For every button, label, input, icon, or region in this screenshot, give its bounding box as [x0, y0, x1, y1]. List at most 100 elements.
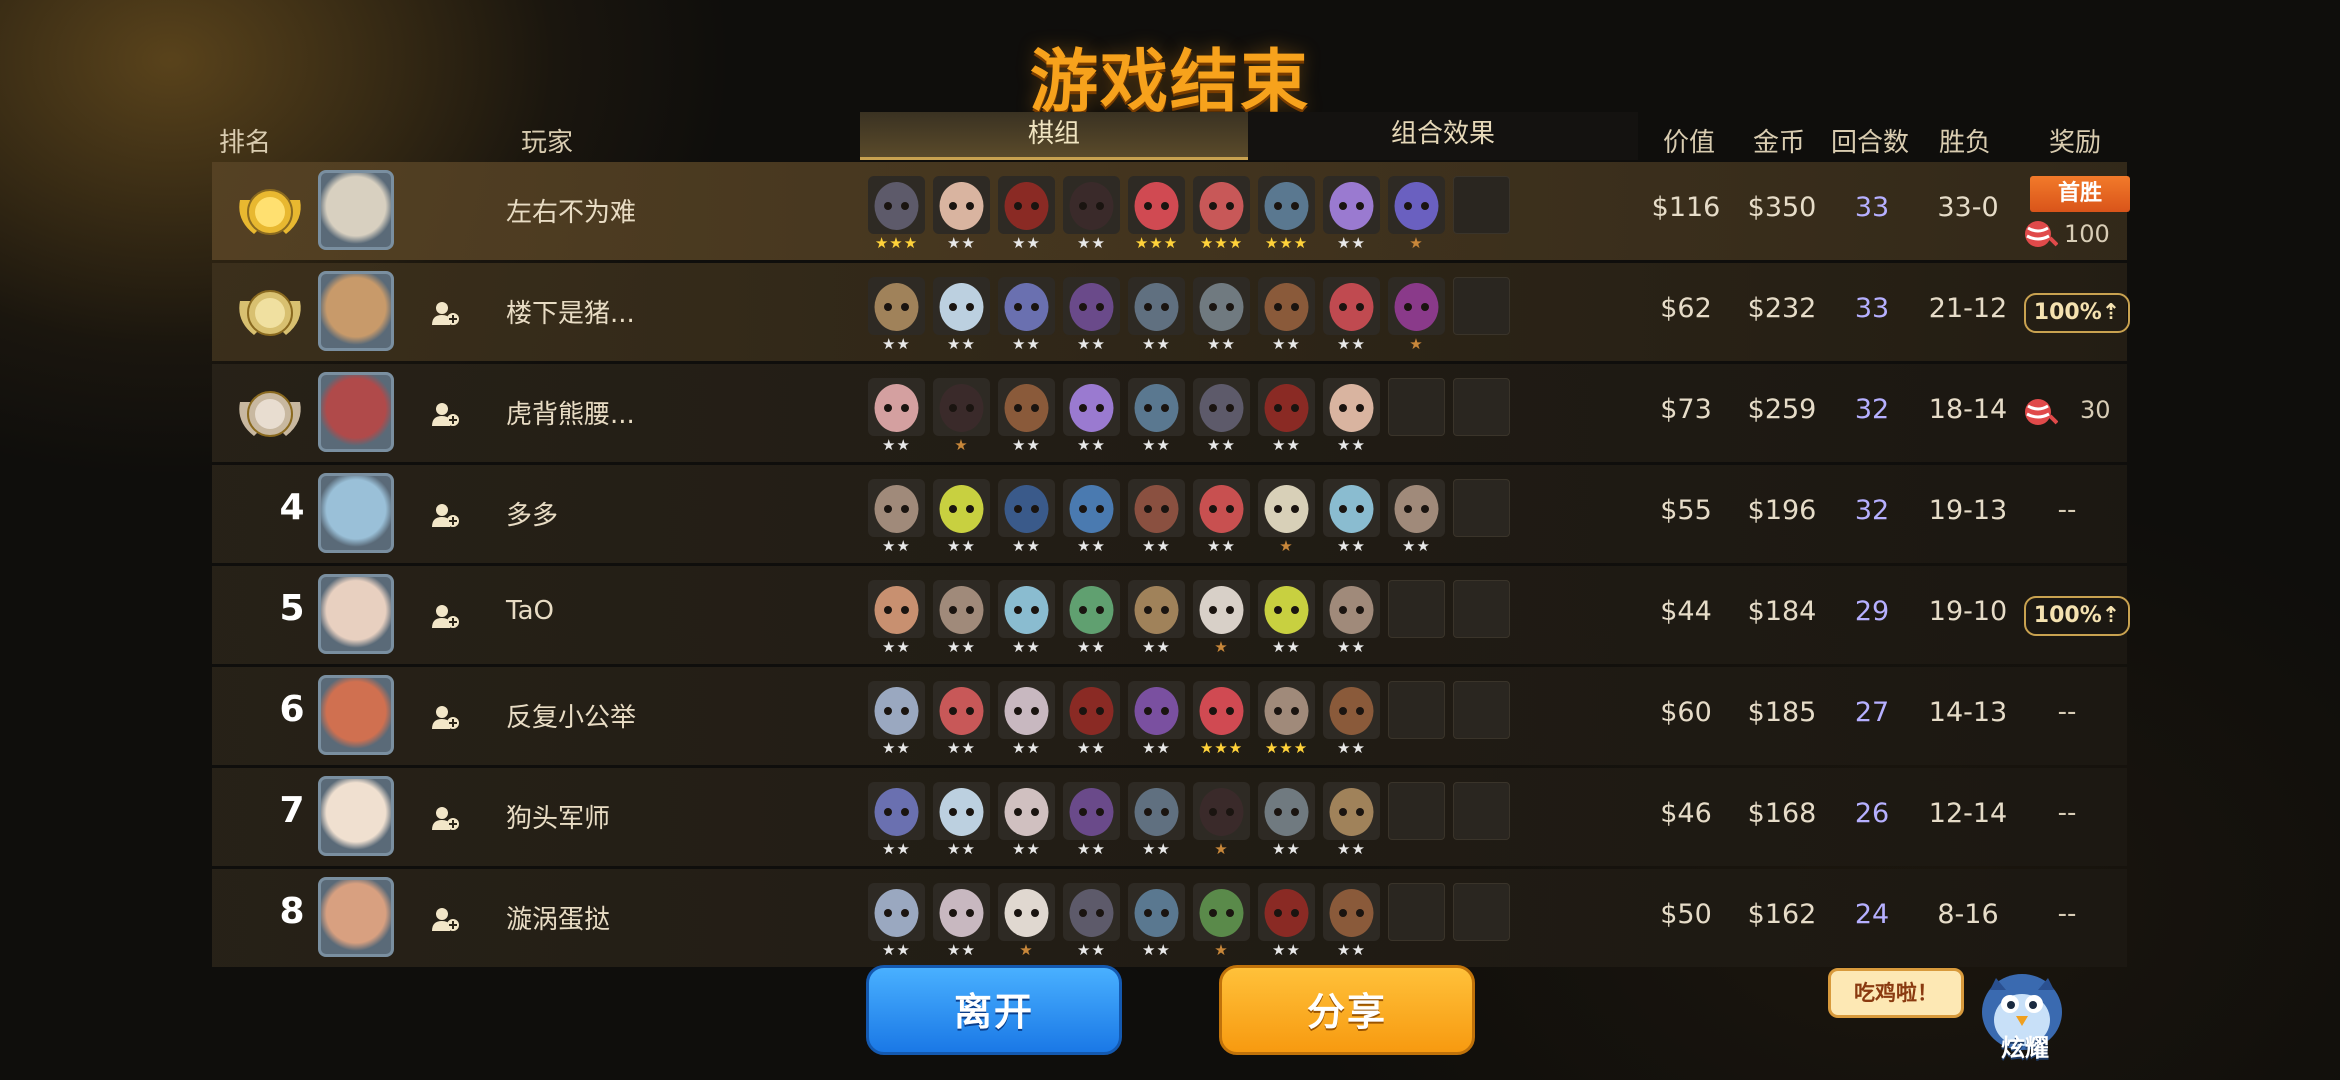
add-friend-icon[interactable] — [430, 905, 460, 933]
unit-slot[interactable]: ★★ — [1323, 681, 1380, 761]
unit-slot[interactable]: ★★ — [868, 883, 925, 963]
share-button[interactable]: 分享 — [1219, 965, 1475, 1055]
tab-lineup[interactable]: 棋组 — [860, 112, 1248, 160]
reward-empty: -- — [2057, 798, 2077, 828]
unit-face-icon — [1323, 479, 1380, 537]
unit-slot[interactable]: ★★ — [1193, 378, 1250, 458]
unit-slot[interactable]: ★★ — [1323, 378, 1380, 458]
add-friend-icon[interactable] — [430, 804, 460, 832]
unit-slot[interactable]: ★★ — [868, 782, 925, 862]
unit-slot[interactable]: ★★ — [1258, 378, 1315, 458]
player-row[interactable]: 4 多多 ★★ ★★ ★★ ★★ ★★ ★★ ★ ★★ ★★ $55 $196 32 19-13 -- — [212, 465, 2127, 563]
unit-slot[interactable]: ★★ — [998, 681, 1055, 761]
unit-slot[interactable]: ★★★ — [1258, 681, 1315, 761]
unit-slot[interactable]: ★★ — [1258, 782, 1315, 862]
unit-slot[interactable]: ★★ — [1063, 277, 1120, 357]
player-row[interactable]: 虎背熊腰... ★★ ★ ★★ ★★ ★★ ★★ ★★ ★★ $73 $259 32 18-14 30 — [212, 364, 2127, 462]
unit-slot[interactable]: ★ — [998, 883, 1055, 963]
unit-slot[interactable]: ★★ — [998, 277, 1055, 357]
unit-slot[interactable]: ★★ — [998, 479, 1055, 559]
unit-slot[interactable]: ★★ — [1128, 580, 1185, 660]
rank-medal-icon — [234, 281, 306, 343]
player-row[interactable]: 6 反复小公举 ★★ ★★ ★★ ★★ ★★ ★★★ ★★★ ★★ $60 $185 27 14-13 -- — [212, 667, 2127, 765]
player-avatar[interactable] — [318, 877, 394, 957]
player-row[interactable]: 楼下是猪... ★★ ★★ ★★ ★★ ★★ ★★ ★★ ★★ ★ $62 $232 33 21-12 10… — [212, 263, 2130, 361]
unit-face-icon — [1063, 782, 1120, 840]
unit-slot[interactable]: ★★ — [1128, 378, 1185, 458]
unit-slot[interactable]: ★★ — [1063, 176, 1120, 256]
player-avatar[interactable] — [318, 675, 394, 755]
leave-button[interactable]: 离开 — [866, 965, 1122, 1055]
player-row[interactable]: 左右不为难 ★★★ ★★ ★★ ★★ ★★★ ★★★ ★★★ ★★ ★ $116 $350 33 33-0… — [212, 162, 2130, 260]
add-friend-icon[interactable] — [430, 602, 460, 630]
unit-slot[interactable]: ★★ — [1128, 782, 1185, 862]
unit-slot[interactable]: ★★ — [933, 681, 990, 761]
unit-slot[interactable]: ★★ — [1323, 277, 1380, 357]
unit-slot[interactable]: ★★ — [1128, 883, 1185, 963]
unit-slot[interactable]: ★★ — [933, 883, 990, 963]
unit-slot[interactable]: ★★ — [1323, 580, 1380, 660]
player-row[interactable]: 8 漩涡蛋挞 ★★ ★★ ★ ★★ ★★ ★ ★★ ★★ $50 $162 24 8-16 -- — [212, 869, 2127, 967]
unit-slot[interactable]: ★★ — [1193, 277, 1250, 357]
unit-slot[interactable]: ★★★ — [1128, 176, 1185, 256]
add-friend-icon[interactable] — [430, 703, 460, 731]
unit-slot[interactable]: ★★ — [868, 277, 925, 357]
unit-slot[interactable]: ★★ — [933, 479, 990, 559]
unit-slot[interactable]: ★★ — [933, 580, 990, 660]
unit-slot[interactable]: ★★ — [1388, 479, 1445, 559]
unit-slot[interactable]: ★ — [1258, 479, 1315, 559]
unit-slot[interactable]: ★★ — [1323, 883, 1380, 963]
unit-slot[interactable]: ★★ — [1193, 479, 1250, 559]
unit-slot[interactable]: ★★ — [998, 378, 1055, 458]
unit-slot[interactable]: ★★ — [1063, 479, 1120, 559]
unit-slot[interactable]: ★★ — [1323, 176, 1380, 256]
unit-slot[interactable]: ★★ — [998, 580, 1055, 660]
unit-slot[interactable]: ★★ — [1323, 479, 1380, 559]
unit-slot[interactable]: ★★ — [1063, 782, 1120, 862]
unit-slot[interactable]: ★★ — [1258, 580, 1315, 660]
unit-slot[interactable]: ★★★ — [868, 176, 925, 256]
unit-slot[interactable]: ★★ — [868, 681, 925, 761]
player-row[interactable]: 5 TaO ★★ ★★ ★★ ★★ ★★ ★ ★★ ★★ $44 $184 29 19-10 100%⇡ — [212, 566, 2130, 664]
unit-slot[interactable]: ★ — [1193, 782, 1250, 862]
value-cell: $62 — [1660, 293, 1712, 324]
unit-slot[interactable]: ★★ — [1128, 479, 1185, 559]
unit-slot[interactable]: ★★ — [868, 580, 925, 660]
unit-slot[interactable]: ★★ — [868, 479, 925, 559]
add-friend-icon[interactable] — [430, 501, 460, 529]
unit-slot[interactable]: ★★ — [1063, 883, 1120, 963]
unit-slot[interactable]: ★ — [1193, 580, 1250, 660]
player-avatar[interactable] — [318, 473, 394, 553]
player-avatar[interactable] — [318, 776, 394, 856]
unit-slot[interactable]: ★★ — [1063, 681, 1120, 761]
unit-slot[interactable]: ★★ — [1063, 580, 1120, 660]
unit-slot[interactable]: ★ — [1388, 176, 1445, 256]
unit-slot[interactable]: ★★★ — [1193, 681, 1250, 761]
unit-slot[interactable]: ★★★ — [1258, 176, 1315, 256]
unit-slot[interactable]: ★★ — [933, 782, 990, 862]
unit-slot[interactable]: ★★ — [933, 277, 990, 357]
tab-combo-effects[interactable]: 组合效果 — [1248, 112, 1638, 160]
unit-slot[interactable]: ★★ — [1258, 277, 1315, 357]
player-avatar[interactable] — [318, 170, 394, 250]
unit-slot[interactable]: ★★ — [868, 378, 925, 458]
unit-slot[interactable]: ★★★ — [1193, 176, 1250, 256]
player-row[interactable]: 7 狗头军师 ★★ ★★ ★★ ★★ ★★ ★ ★★ ★★ $46 $168 26 12-14 -- — [212, 768, 2127, 866]
unit-slot[interactable]: ★★ — [998, 782, 1055, 862]
add-friend-icon[interactable] — [430, 299, 460, 327]
unit-face-icon — [1128, 176, 1185, 234]
unit-slot[interactable]: ★★ — [1128, 681, 1185, 761]
unit-slot[interactable]: ★ — [1193, 883, 1250, 963]
unit-slot[interactable]: ★★ — [1128, 277, 1185, 357]
player-avatar[interactable] — [318, 574, 394, 654]
add-friend-icon[interactable] — [430, 400, 460, 428]
unit-slot[interactable]: ★★ — [998, 176, 1055, 256]
unit-slot[interactable]: ★★ — [933, 176, 990, 256]
player-avatar[interactable] — [318, 372, 394, 452]
player-avatar[interactable] — [318, 271, 394, 351]
unit-slot[interactable]: ★ — [933, 378, 990, 458]
unit-slot[interactable]: ★★ — [1323, 782, 1380, 862]
unit-slot[interactable]: ★ — [1388, 277, 1445, 357]
unit-slot[interactable]: ★★ — [1063, 378, 1120, 458]
unit-slot[interactable]: ★★ — [1258, 883, 1315, 963]
